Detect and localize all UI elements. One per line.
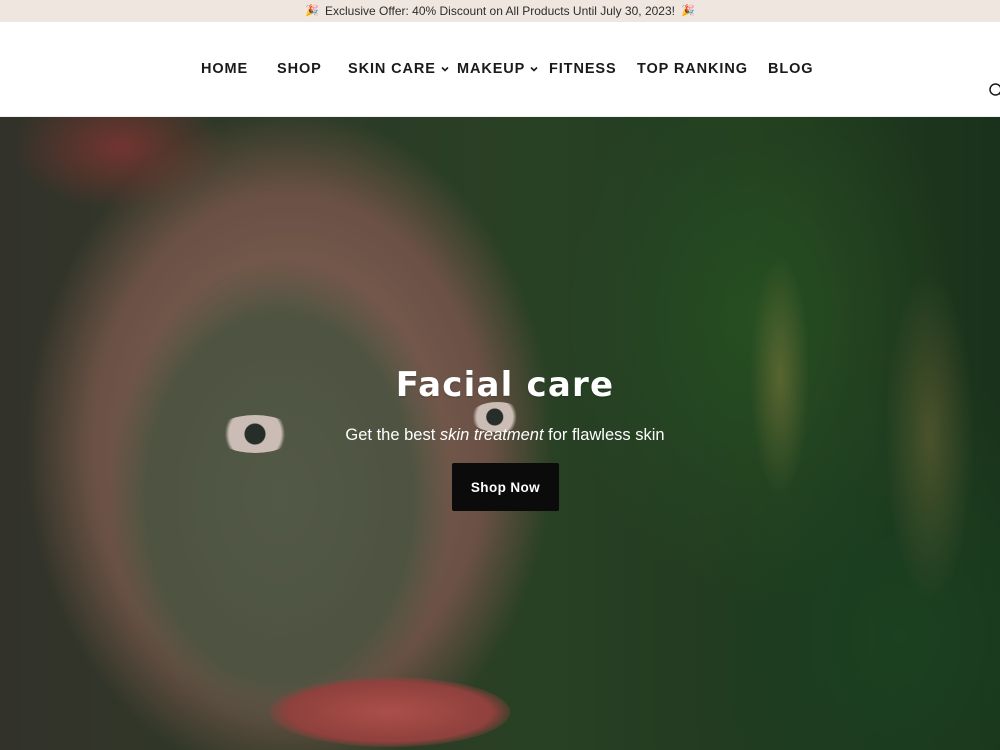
nav-item-skin-care[interactable]: SKIN CARE — [348, 60, 450, 78]
hero-subtitle-end: for flawless skin — [543, 426, 665, 444]
nav-item-label: SHOP — [277, 61, 322, 77]
nav-item-label: HOME — [201, 61, 249, 77]
search-icon[interactable] — [988, 82, 1000, 100]
hero-subtitle: Get the best skin treatment for flawless… — [300, 426, 710, 445]
chevron-down-icon — [529, 64, 539, 74]
nav-item-label: SKIN CARE — [348, 61, 436, 77]
announcement-bar: 🎉 Exclusive Offer: 40% Discount on All P… — [0, 0, 1000, 22]
party-popper-icon: 🎉 — [305, 4, 320, 17]
nav-item-top-ranking[interactable]: TOP RANKING — [637, 60, 748, 78]
nav-item-shop[interactable]: SHOP — [277, 60, 322, 78]
nav-item-label: TOP RANKING — [637, 61, 748, 77]
chevron-down-icon — [440, 64, 450, 74]
nav-item-fitness[interactable]: FITNESS — [549, 60, 617, 78]
hero-subtitle-start: Get the best — [345, 426, 440, 444]
main-nav: HOME SHOP SKIN CARE MAKEUP FITNESS TOP R… — [0, 22, 1000, 117]
hero-banner: Facial care Get the best skin treatment … — [0, 117, 1000, 750]
hero-subtitle-emphasis: skin treatment — [439, 426, 544, 444]
nav-item-makeup[interactable]: MAKEUP — [457, 60, 539, 78]
nav-item-label: FITNESS — [549, 61, 617, 77]
shop-now-button[interactable]: Shop Now — [452, 463, 559, 511]
hero-title: Facial care — [395, 365, 615, 405]
nav-item-blog[interactable]: BLOG — [768, 60, 814, 78]
nav-item-home[interactable]: HOME — [201, 60, 248, 78]
party-popper-icon: 🎉 — [680, 4, 695, 17]
site-header: HOME SHOP SKIN CARE MAKEUP FITNESS TOP R… — [0, 22, 1000, 117]
announcement-text: Exclusive Offer: 40% Discount on All Pro… — [325, 4, 675, 18]
nav-item-label: BLOG — [768, 61, 814, 77]
nav-item-label: MAKEUP — [457, 61, 526, 77]
